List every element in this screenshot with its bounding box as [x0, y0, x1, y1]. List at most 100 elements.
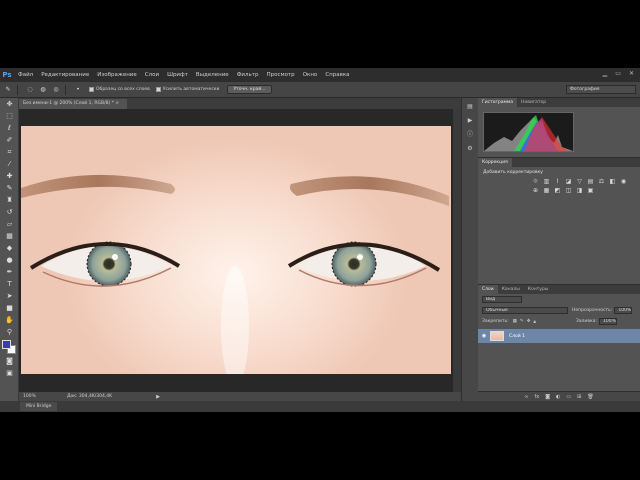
blur-icon[interactable]: ◆: [2, 243, 17, 254]
dodge-icon[interactable]: ●: [2, 255, 17, 266]
rectangle-icon[interactable]: ■: [2, 303, 17, 314]
tab-adjustments[interactable]: Коррекция: [478, 158, 512, 167]
menu-image[interactable]: Изображение: [93, 72, 141, 78]
info-panel-icon[interactable]: ⓘ: [464, 129, 476, 140]
workspace-select[interactable]: Фотография: [566, 85, 636, 94]
menu-filter[interactable]: Фильтр: [233, 72, 263, 78]
new-layer-icon[interactable]: ⊞: [577, 392, 581, 401]
lock-brush-icon[interactable]: ✎: [520, 319, 524, 324]
tab-paths[interactable]: Контуры: [524, 285, 553, 294]
quick-mask-icon[interactable]: ◙: [2, 356, 17, 367]
menu-window[interactable]: Окно: [299, 72, 322, 78]
visibility-eye-icon[interactable]: ◉: [478, 333, 490, 339]
menu-layers[interactable]: Слои: [141, 72, 163, 78]
layer-kind-select[interactable]: Вид: [482, 296, 522, 303]
delete-layer-icon[interactable]: 🗑︎: [587, 392, 593, 401]
menu-file[interactable]: Файл: [14, 72, 37, 78]
move-icon[interactable]: ✥: [2, 99, 17, 110]
add-mask-icon[interactable]: ◙: [545, 392, 550, 401]
screen-mode-icon[interactable]: ▣: [2, 368, 17, 379]
vibrance-icon[interactable]: ▽: [576, 178, 583, 185]
curves-icon[interactable]: ⌇: [554, 178, 561, 185]
gradient-icon[interactable]: ▦: [2, 231, 17, 242]
marquee-icon[interactable]: ⬚: [2, 111, 17, 122]
opacity-label: Непрозрачность:: [572, 308, 613, 313]
invert-icon[interactable]: ◩: [554, 187, 561, 194]
fill-input[interactable]: 100%: [598, 318, 617, 325]
vertical-scrollbar[interactable]: [453, 109, 461, 392]
maximize-icon[interactable]: ▭: [615, 70, 621, 77]
exposure-icon[interactable]: ◪: [565, 178, 572, 185]
blend-mode-select[interactable]: Обычные: [482, 307, 568, 314]
actions-panel-icon[interactable]: ▶: [464, 115, 476, 126]
menu-select[interactable]: Выделение: [192, 72, 233, 78]
menu-edit[interactable]: Редактирование: [37, 72, 93, 78]
healing-brush-icon[interactable]: ✚: [2, 171, 17, 182]
threshold-icon[interactable]: ◨: [576, 187, 583, 194]
minimize-icon[interactable]: ▁: [603, 70, 608, 77]
hand-icon[interactable]: ✋: [2, 315, 17, 326]
crop-icon[interactable]: ⌗: [2, 147, 17, 158]
add-selection-icon[interactable]: ◍: [38, 85, 48, 95]
selective-color-icon[interactable]: ▣: [587, 187, 594, 194]
path-selection-icon[interactable]: ➤: [2, 291, 17, 302]
brightness-icon[interactable]: ☼: [532, 178, 539, 185]
mini-bridge-tab[interactable]: Mini Bridge: [20, 402, 58, 411]
menu-type[interactable]: Шрифт: [163, 72, 192, 78]
lock-all-icon[interactable]: 🔒︎: [533, 319, 535, 325]
eraser-icon[interactable]: ▱: [2, 219, 17, 230]
opacity-input[interactable]: 100%: [614, 307, 633, 314]
document-tab[interactable]: Без имени-1 @ 200% (Слой 1, RGB/8) * ×: [19, 99, 128, 109]
canvas-area[interactable]: [19, 109, 461, 392]
levels-icon[interactable]: ▥: [543, 178, 550, 185]
posterize-icon[interactable]: ◫: [565, 187, 572, 194]
history-brush-icon[interactable]: ↺: [2, 207, 17, 218]
layer-row[interactable]: ◉ Слой 1: [478, 329, 640, 343]
close-icon[interactable]: ✕: [629, 70, 634, 77]
properties-panel-icon[interactable]: ⚙: [464, 143, 476, 154]
bottom-panel: Mini Bridge: [0, 401, 640, 412]
photo-eyes[interactable]: [21, 126, 451, 374]
pen-icon[interactable]: ✒: [2, 267, 17, 278]
histogram-tabs: Гистограмма Навигатор: [478, 98, 640, 107]
brush-icon[interactable]: ✎: [2, 183, 17, 194]
new-selection-icon[interactable]: ◌: [25, 85, 35, 95]
brush-size-icon[interactable]: •: [73, 85, 83, 95]
photo-filter-icon[interactable]: ◉: [620, 178, 627, 185]
hue-saturation-icon[interactable]: ▤: [587, 178, 594, 185]
zoom-level[interactable]: 100%: [19, 394, 39, 399]
menu-help[interactable]: Справка: [321, 72, 353, 78]
color-swatches[interactable]: [2, 340, 17, 354]
lasso-icon[interactable]: ℓ: [2, 123, 17, 134]
quick-selection-icon[interactable]: ✐: [2, 135, 17, 146]
refine-edge-button[interactable]: Уточн. край...: [227, 85, 272, 94]
eyedropper-icon[interactable]: ⁄: [2, 159, 17, 170]
zoom-icon[interactable]: ⚲: [2, 327, 17, 338]
sample-all-layers-checkbox[interactable]: [89, 87, 94, 92]
foreground-color[interactable]: [2, 340, 11, 349]
auto-enhance-checkbox[interactable]: [155, 87, 161, 92]
layer-name[interactable]: Слой 1: [509, 334, 525, 339]
menu-view[interactable]: Просмотр: [262, 72, 298, 78]
status-menu-arrow-icon[interactable]: ▶: [156, 394, 160, 400]
layer-style-icon[interactable]: fx: [534, 392, 539, 401]
tab-layers[interactable]: Слои: [478, 285, 498, 294]
tool-preset-icon[interactable]: ✎: [3, 85, 13, 95]
color-lookup-icon[interactable]: ▦: [543, 187, 550, 194]
black-white-icon[interactable]: ◧: [609, 178, 616, 185]
color-balance-icon[interactable]: ⚖: [598, 178, 605, 185]
type-icon[interactable]: T: [2, 279, 17, 290]
tab-histogram[interactable]: Гистограмма: [478, 98, 518, 107]
tab-channels[interactable]: Каналы: [498, 285, 524, 294]
tab-navigator[interactable]: Навигатор: [517, 98, 550, 107]
new-adjustment-icon[interactable]: ◐: [556, 392, 560, 401]
lock-pixels-icon[interactable]: ▦: [513, 319, 517, 324]
close-tab-icon[interactable]: ×: [115, 101, 119, 106]
new-group-icon[interactable]: ▭: [566, 392, 571, 401]
lock-position-icon[interactable]: ✥: [527, 319, 531, 324]
subtract-selection-icon[interactable]: ◎: [51, 85, 61, 95]
history-panel-icon[interactable]: ▤: [464, 101, 476, 112]
clone-stamp-icon[interactable]: ♜: [2, 195, 17, 206]
link-layers-icon[interactable]: ∞: [524, 392, 528, 401]
channel-mixer-icon[interactable]: ⊕: [532, 187, 539, 194]
